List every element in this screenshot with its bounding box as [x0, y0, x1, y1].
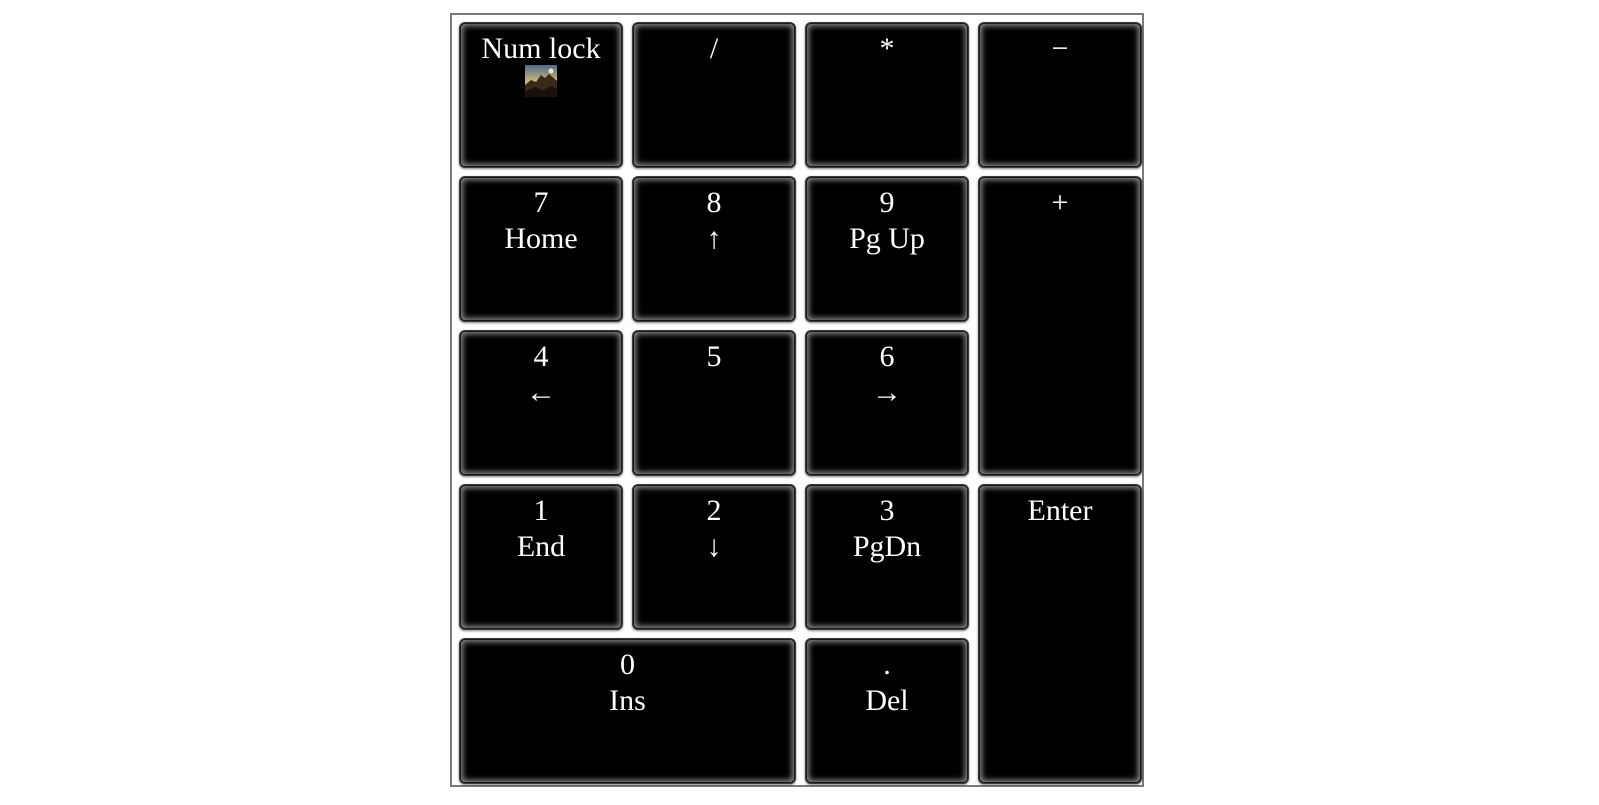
- key-1-primary: 1: [533, 494, 549, 527]
- plus-label: +: [1051, 186, 1069, 219]
- divide-key[interactable]: /: [632, 22, 796, 168]
- key-1-secondary: End: [516, 530, 566, 563]
- decimal-secondary: Del: [865, 684, 909, 717]
- decimal-del-key[interactable]: . Del: [805, 638, 969, 784]
- key-1-end[interactable]: 1 End: [459, 484, 623, 630]
- key-9-secondary: Pg Up: [849, 222, 925, 255]
- multiply-label: *: [879, 32, 895, 65]
- right-arrow-icon: →: [872, 376, 902, 409]
- up-arrow-icon: ↑: [706, 222, 722, 255]
- key-8-up[interactable]: 8 ↑: [632, 176, 796, 322]
- key-6-right[interactable]: 6 →: [805, 330, 969, 476]
- key-3-secondary: PgDn: [852, 530, 922, 563]
- minus-key[interactable]: −: [978, 22, 1142, 168]
- key-0-secondary: Ins: [609, 684, 646, 717]
- key-4-left[interactable]: 4 ←: [459, 330, 623, 476]
- numpad-frame: Num lock / * − 7 Home 8 ↑ 9 Pg Up + 4 ← …: [450, 13, 1144, 787]
- key-7-home[interactable]: 7 Home: [459, 176, 623, 322]
- down-arrow-icon: ↓: [706, 530, 722, 563]
- key-5-primary: 5: [706, 340, 722, 373]
- key-2-primary: 2: [706, 494, 722, 527]
- key-0-ins[interactable]: 0 Ins: [459, 638, 796, 784]
- decimal-primary: .: [883, 648, 891, 681]
- key-9-pgup[interactable]: 9 Pg Up: [805, 176, 969, 322]
- key-3-pgdn[interactable]: 3 PgDn: [805, 484, 969, 630]
- key-0-primary: 0: [620, 648, 635, 681]
- minus-label: −: [1051, 32, 1069, 65]
- plus-key[interactable]: +: [978, 176, 1142, 476]
- key-2-down[interactable]: 2 ↓: [632, 484, 796, 630]
- divide-label: /: [709, 32, 719, 65]
- key-8-primary: 8: [706, 186, 722, 219]
- multiply-key[interactable]: *: [805, 22, 969, 168]
- key-7-primary: 7: [533, 186, 549, 219]
- key-6-primary: 6: [879, 340, 895, 373]
- landscape-thumbnail-icon: [525, 65, 557, 97]
- numpad-grid: Num lock / * − 7 Home 8 ↑ 9 Pg Up + 4 ← …: [459, 22, 1142, 784]
- key-7-secondary: Home: [504, 222, 578, 255]
- key-9-primary: 9: [879, 186, 895, 219]
- key-3-primary: 3: [879, 494, 895, 527]
- key-4-primary: 4: [533, 340, 549, 373]
- left-arrow-icon: ←: [526, 376, 556, 409]
- enter-key[interactable]: Enter: [978, 484, 1142, 784]
- num-lock-key[interactable]: Num lock: [459, 22, 623, 168]
- num-lock-label: Num lock: [481, 32, 601, 65]
- key-5[interactable]: 5: [632, 330, 796, 476]
- enter-label: Enter: [1027, 494, 1093, 527]
